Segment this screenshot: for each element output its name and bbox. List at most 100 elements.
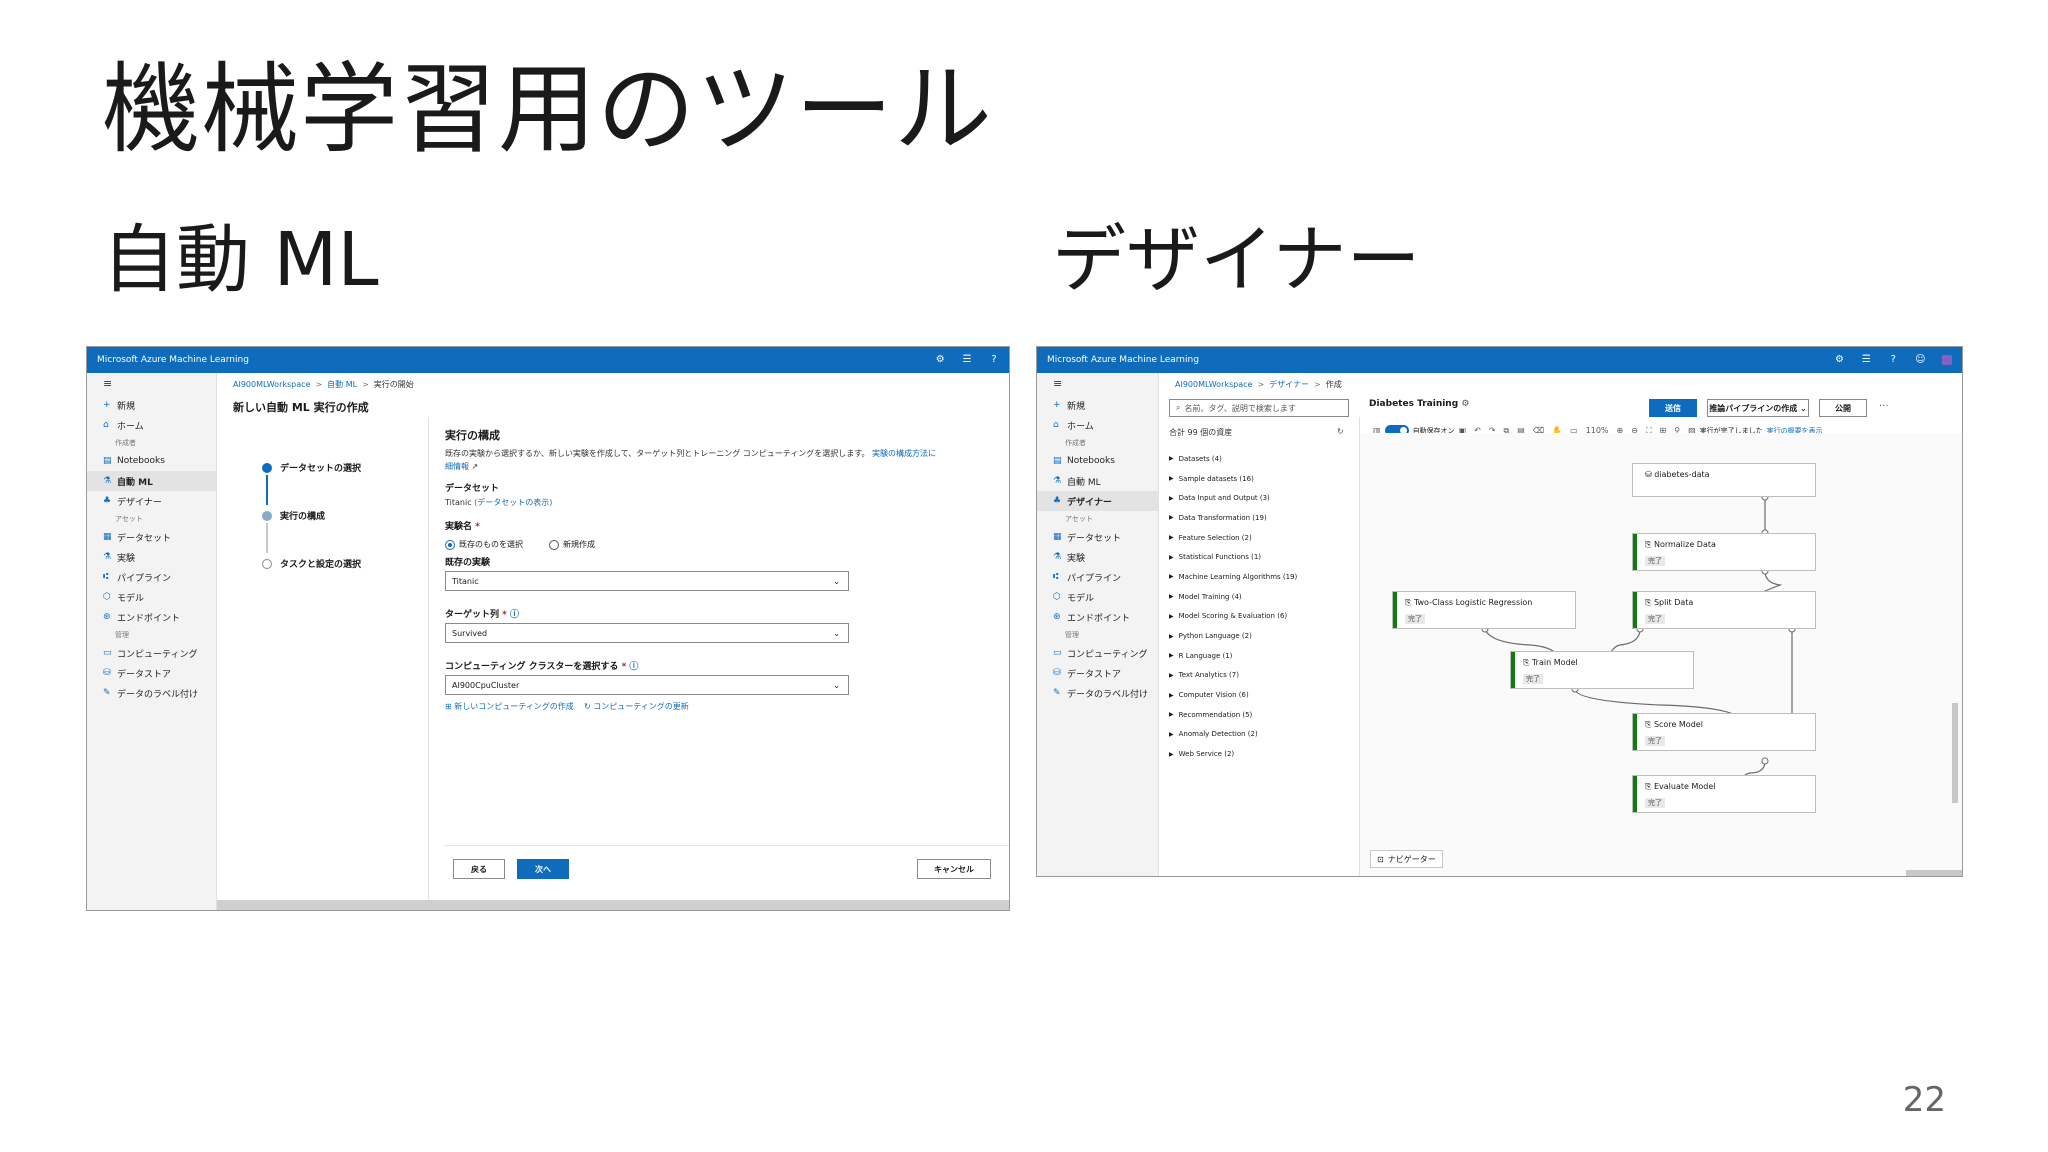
asset-category[interactable]: ▶ Web Service (2) — [1169, 744, 1297, 764]
refresh-compute-link[interactable]: ↻ コンピューティングの更新 — [584, 702, 689, 711]
sidebar-item[interactable]: ⬡ モデル — [1037, 587, 1158, 607]
help-icon[interactable]: ? — [989, 355, 999, 365]
breadcrumb-workspace[interactable]: AI900MLWorkspace — [233, 380, 310, 389]
sidebar-item[interactable]: + 新規 — [1037, 395, 1158, 415]
asset-search-input[interactable]: ⌕ 名前、タグ、説明で検索します — [1169, 399, 1349, 417]
view-dataset-link[interactable]: (データセットの表示) — [474, 498, 552, 507]
asset-category[interactable]: ▶ Data Input and Output (3) — [1169, 488, 1297, 508]
node-diabetes-data[interactable]: ⛁ diabetes-data — [1632, 463, 1816, 497]
asset-category[interactable]: ▶ Anomaly Detection (2) — [1169, 725, 1297, 745]
breadcrumb-workspace[interactable]: AI900MLWorkspace — [1175, 380, 1252, 389]
sidebar-item[interactable]: ▭ コンピューティング — [1037, 643, 1158, 663]
existing-experiment-select[interactable]: Titanic ⌄ — [445, 571, 849, 591]
slide-title: 機械学習用のツール — [102, 53, 994, 167]
sidebar-item[interactable]: ▤ Notebooks — [87, 451, 216, 471]
radio-new[interactable]: 新規作成 — [549, 539, 595, 550]
sidebar-item[interactable]: ♣ デザイナー — [1037, 491, 1158, 511]
breadcrumb-automl[interactable]: 自動 ML — [327, 380, 357, 389]
sidebar-item[interactable]: ▦ データセット — [1037, 527, 1158, 547]
asset-category[interactable]: ▶ Data Transformation (19) — [1169, 508, 1297, 528]
asset-category[interactable]: ▶ R Language (1) — [1169, 646, 1297, 666]
sidebar-item[interactable]: + 新規 — [87, 395, 216, 415]
sidebar-item[interactable]: ✎ データのラベル付け — [1037, 683, 1158, 703]
sidebar-item[interactable]: ⬡ モデル — [87, 587, 216, 607]
sidebar-item[interactable]: ⊛ エンドポイント — [1037, 607, 1158, 627]
feedback-icon[interactable]: ☰ — [1861, 355, 1871, 365]
avatar[interactable] — [1942, 355, 1952, 365]
publish-button[interactable]: 公開 — [1819, 399, 1867, 417]
sidebar-item[interactable]: ▭ コンピューティング — [87, 643, 216, 663]
pipeline-canvas[interactable]: ⛁ diabetes-data ⎘ Normalize Data 完了 ⎘ Two… — [1360, 433, 1962, 876]
sidebar-item-label: パイプライン — [1067, 573, 1122, 584]
sidebar-item-label: Notebooks — [117, 456, 165, 466]
sidebar-item[interactable]: ▤ Notebooks — [1037, 451, 1158, 471]
node-split-data[interactable]: ⎘ Split Data 完了 — [1632, 591, 1816, 629]
target-column-select[interactable]: Survived ⌄ — [445, 623, 849, 643]
asset-category[interactable]: ▶ Feature Selection (2) — [1169, 528, 1297, 548]
sidebar-item[interactable]: ▦ データセット — [87, 527, 216, 547]
step-configure[interactable]: 実行の構成 — [262, 509, 325, 522]
sidebar-item[interactable]: ⑆ パイプライン — [87, 567, 216, 587]
radio-existing[interactable]: 既存のものを選択 — [445, 539, 523, 550]
node-normalize-data[interactable]: ⎘ Normalize Data 完了 — [1632, 533, 1816, 571]
asset-category[interactable]: ▶ Recommendation (5) — [1169, 705, 1297, 725]
designer-sidebar: ≡ + 新規 ⌂ ホーム 作成者 ▤ Notebooks ⚗ 自動 ML ♣ デザイナー アセット ▦ デ… — [1037, 373, 1159, 876]
create-compute-link[interactable]: ⊞ 新しいコンピューティングの作成 — [445, 702, 574, 711]
breadcrumb-designer[interactable]: デザイナー — [1269, 380, 1309, 389]
sidebar-item[interactable]: ⛁ データストア — [87, 663, 216, 683]
horizontal-scrollbar[interactable] — [217, 900, 1009, 910]
submit-button[interactable]: 送信 — [1649, 399, 1697, 417]
configure-run-form: 実行の構成 既存の実験から選択するか、新しい実験を作成して、ターゲット列とトレー… — [445, 417, 1009, 910]
create-inference-pipeline-button[interactable]: 推論パイプラインの作成 ⌄ — [1707, 399, 1809, 417]
sidebar-item[interactable]: ♣ デザイナー — [87, 491, 216, 511]
sidebar-item[interactable]: ⊛ エンドポイント — [87, 607, 216, 627]
asset-category[interactable]: ▶ Python Language (2) — [1169, 626, 1297, 646]
asset-category[interactable]: ▶ Sample datasets (16) — [1169, 469, 1297, 489]
horizontal-scrollbar[interactable] — [1906, 870, 1962, 876]
node-two-class-logistic-regression[interactable]: ⎘ Two-Class Logistic Regression 完了 — [1392, 591, 1576, 629]
expand-icon: ▶ — [1169, 711, 1174, 719]
asset-category[interactable]: ▶ Machine Learning Algorithms (19) — [1169, 567, 1297, 587]
learn-more-link[interactable]: 実験の構成方法に — [872, 449, 936, 458]
compute-cluster-select[interactable]: AI900CpuCluster ⌄ — [445, 675, 849, 695]
sidebar-item[interactable]: ✎ データのラベル付け — [87, 683, 216, 703]
vertical-scrollbar[interactable] — [1952, 703, 1958, 803]
sidebar-item[interactable]: ⛁ データストア — [1037, 663, 1158, 683]
asset-category[interactable]: ▶ Computer Vision (6) — [1169, 685, 1297, 705]
settings-icon[interactable]: ⚙ — [935, 355, 945, 365]
sidebar-item[interactable]: ⑆ パイプライン — [1037, 567, 1158, 587]
more-icon[interactable]: ··· — [1879, 401, 1889, 412]
asset-category[interactable]: ▶ Statistical Functions (1) — [1169, 547, 1297, 567]
sidebar-item[interactable]: ⚗ 実験 — [1037, 547, 1158, 567]
asset-category-label: Statistical Functions (1) — [1178, 553, 1261, 562]
sidebar-item[interactable]: ⚗ 自動 ML — [1037, 471, 1158, 491]
sidebar-item[interactable]: ⚗ 自動 ML — [87, 471, 216, 491]
feedback-icon[interactable]: ☰ — [962, 355, 972, 365]
expand-icon: ▶ — [1169, 652, 1174, 660]
asset-category[interactable]: ▶ Text Analytics (7) — [1169, 666, 1297, 686]
navigator-button[interactable]: ⊡ ナビゲーター — [1370, 850, 1443, 868]
asset-library: ▶ Datasets (4) ▶ Sample datasets (16) ▶ Data … — [1169, 449, 1297, 764]
nav-icon: ⛁ — [103, 668, 111, 678]
node-evaluate-model[interactable]: ⎘ Evaluate Model 完了 — [1632, 775, 1816, 813]
node-train-model[interactable]: ⎘ Train Model 完了 — [1510, 651, 1694, 689]
nav-icon: ⬡ — [1053, 592, 1061, 602]
node-score-model[interactable]: ⎘ Score Model 完了 — [1632, 713, 1816, 751]
cancel-button[interactable]: キャンセル — [917, 859, 991, 879]
settings-icon[interactable]: ⚙ — [1835, 355, 1845, 365]
sidebar-item[interactable]: ⚗ 実験 — [87, 547, 216, 567]
next-button[interactable]: 次へ — [517, 859, 569, 879]
smiley-icon[interactable]: ☺ — [1915, 355, 1925, 365]
help-icon[interactable]: ? — [1888, 355, 1898, 365]
back-button[interactable]: 戻る — [453, 859, 505, 879]
asset-category[interactable]: ▶ Model Training (4) — [1169, 587, 1297, 607]
asset-category[interactable]: ▶ Model Scoring & Evaluation (6) — [1169, 607, 1297, 627]
hamburger-icon[interactable]: ≡ — [87, 377, 216, 395]
asset-category[interactable]: ▶ Datasets (4) — [1169, 449, 1297, 469]
step-task[interactable]: タスクと設定の選択 — [262, 557, 361, 570]
sidebar-item[interactable]: ⌂ ホーム — [87, 415, 216, 435]
step-dataset[interactable]: データセットの選択 — [262, 461, 361, 474]
automl-sidebar: ≡ + 新規 ⌂ ホーム 作成者 ▤ Notebooks ⚗ 自動 ML ♣ デザイナー アセット ▦ デ… — [87, 373, 217, 910]
hamburger-icon[interactable]: ≡ — [1037, 377, 1158, 395]
sidebar-item[interactable]: ⌂ ホーム — [1037, 415, 1158, 435]
